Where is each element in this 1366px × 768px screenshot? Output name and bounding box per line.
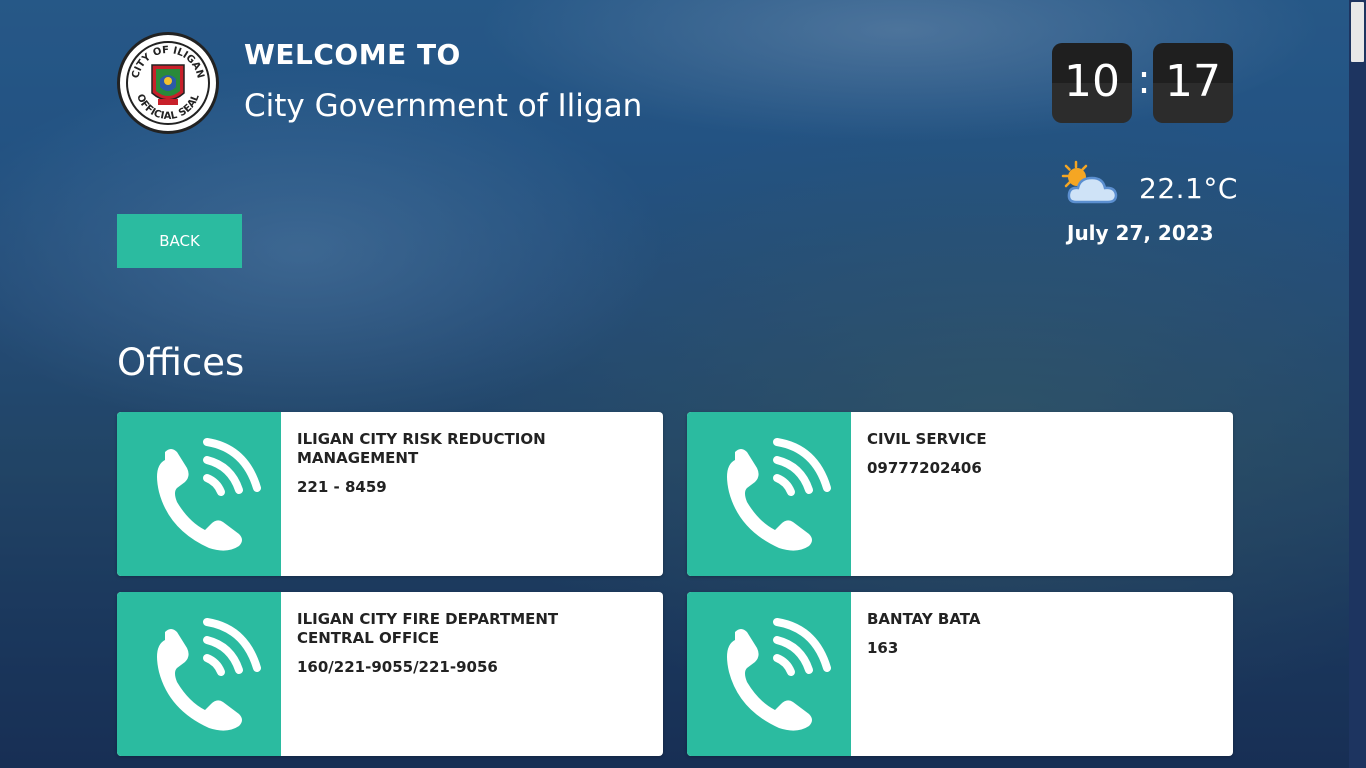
office-name: ILIGAN CITY RISK REDUCTION MANAGEMENT <box>297 430 546 467</box>
phone-icon <box>727 618 831 731</box>
phone-icon-box <box>687 592 851 756</box>
temperature: 22.1°C <box>1139 172 1238 205</box>
office-card[interactable]: BANTAY BATA 163 <box>687 592 1233 756</box>
current-date: July 27, 2023 <box>1067 221 1214 245</box>
back-button[interactable]: BACK <box>117 214 242 268</box>
welcome-heading: WELCOME TO <box>244 38 461 71</box>
vertical-scrollbar[interactable] <box>1349 0 1366 768</box>
clock-hours: 10 <box>1052 43 1132 123</box>
office-name: CIVIL SERVICE <box>867 430 987 448</box>
scrollbar-thumb[interactable] <box>1351 2 1364 62</box>
office-card[interactable]: ILIGAN CITY FIRE DEPARTMENT CENTRAL OFFI… <box>117 592 663 756</box>
phone-icon <box>157 438 261 551</box>
office-phone-number: 160/221-9055/221-9056 <box>297 658 498 676</box>
office-card[interactable]: ILIGAN CITY RISK REDUCTION MANAGEMENT 22… <box>117 412 663 576</box>
section-title: Offices <box>117 341 245 384</box>
office-name: BANTAY BATA <box>867 610 981 628</box>
phone-icon-box <box>687 412 851 576</box>
phone-icon-box <box>117 592 281 756</box>
clock-separator: : <box>1137 57 1151 103</box>
office-card[interactable]: CIVIL SERVICE 09777202406 <box>687 412 1233 576</box>
city-seal-logo: CITY OF ILIGAN OFFICIAL SEAL <box>117 32 219 134</box>
seal-emblem: CITY OF ILIGAN OFFICIAL SEAL <box>130 45 205 122</box>
phone-icon <box>727 438 831 551</box>
phone-icon-box <box>117 412 281 576</box>
page-title: City Government of Iligan <box>244 88 643 124</box>
partly-cloudy-icon <box>1060 160 1126 212</box>
office-phone-number: 163 <box>867 639 899 657</box>
phone-icon <box>157 618 261 731</box>
office-phone-number: 221 - 8459 <box>297 478 387 496</box>
office-name: ILIGAN CITY FIRE DEPARTMENT CENTRAL OFFI… <box>297 610 559 647</box>
clock-minutes: 17 <box>1153 43 1233 123</box>
office-phone-number: 09777202406 <box>867 459 982 477</box>
